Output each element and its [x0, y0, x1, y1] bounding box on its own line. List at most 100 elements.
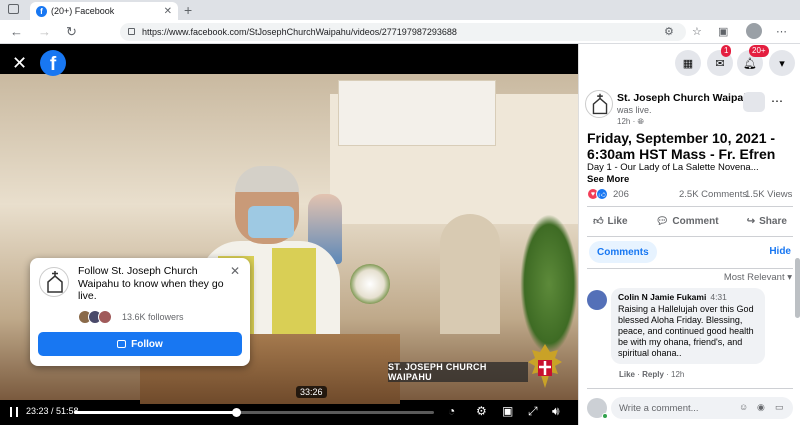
followers-count: 13.6K followers: [122, 312, 184, 322]
comments-count[interactable]: 2.5K Comments: [679, 189, 747, 200]
globe-icon: 🌐︎: [637, 117, 644, 126]
forward-icon[interactable]: →: [38, 24, 51, 39]
volume-icon[interactable]: 🔊︎: [552, 405, 560, 417]
new-tab-button[interactable]: +: [184, 2, 192, 18]
divider: [587, 388, 793, 389]
browser-tab-strip: f (20+) Facebook ✕ +: [0, 0, 800, 20]
comment-text: Raising a Hallelujah over this God bless…: [618, 304, 754, 358]
comment-sort-dropdown[interactable]: Most Relevant ▾: [724, 272, 792, 283]
comment-time: 12h: [671, 370, 685, 379]
share-label: Share: [759, 215, 787, 227]
flowers: [350, 264, 390, 304]
plant: [520, 214, 578, 354]
hair: [235, 166, 299, 192]
follow-icon: [117, 340, 127, 348]
emoji-icon[interactable]: ☺: [739, 402, 748, 412]
facebook-logo-icon[interactable]: f: [40, 50, 66, 76]
camera-icon[interactable]: ◉: [757, 402, 765, 413]
timestamp-text: 12h ·: [617, 117, 638, 126]
post-sidebar: ▦ ✉ 1 🔔︎ 20+ ▾ St. Joseph Church Waipahu…: [578, 44, 800, 425]
site-info-icon[interactable]: ⚙: [664, 25, 674, 38]
seek-bar[interactable]: [74, 408, 434, 417]
like-label: Like: [607, 216, 628, 227]
address-bar-row: ← → ↻ https://www.facebook.com/StJosephC…: [0, 20, 800, 44]
pause-icon[interactable]: [10, 407, 18, 417]
tab-close-icon[interactable]: ✕: [164, 6, 172, 17]
lower-third-caption: ST. JOSEPH CHURCH WAIPAHU: [388, 362, 528, 382]
post-body: Day 1 - Our Lady of La Salette Novena...: [587, 162, 759, 173]
views-count: 1.5K Views: [745, 189, 793, 200]
write-comment-input[interactable]: Write a comment...: [611, 397, 793, 419]
comment-like-link[interactable]: Like: [619, 370, 635, 379]
gif-icon[interactable]: ▭: [775, 402, 784, 413]
comment-author[interactable]: Colin N Jamie Fukami: [618, 292, 706, 302]
share-icon: ↪: [746, 215, 756, 227]
comment-author-line: Colin N Jamie Fukami 4:31: [618, 292, 758, 302]
page-avatar: [39, 267, 69, 297]
browser-tab[interactable]: f (20+) Facebook ✕: [30, 2, 178, 20]
comment-label: Comment: [672, 215, 719, 227]
back-icon[interactable]: ←: [10, 24, 23, 39]
reaction-count: 206: [613, 188, 629, 200]
facebook-top-nav: ▦ ✉ 1 🔔︎ 20+ ▾: [579, 44, 800, 84]
comments-tabs: Comments Hide: [579, 241, 800, 265]
window-menu-icon[interactable]: [8, 4, 19, 14]
facebook-favicon-icon: f: [36, 5, 47, 17]
divider: [587, 206, 793, 207]
diocese-crest-icon: [528, 344, 562, 388]
share-button[interactable]: ↪ Share: [747, 216, 787, 227]
comment-bubble: Colin N Jamie Fukami 4:31 Raising a Halle…: [611, 288, 765, 364]
profile-avatar[interactable]: [746, 23, 762, 39]
save-post-button[interactable]: [743, 92, 765, 112]
hide-comments-link[interactable]: Hide: [769, 246, 791, 257]
tab-title: (20+) Facebook: [51, 6, 115, 16]
collections-icon[interactable]: ▣: [718, 25, 728, 38]
scrollbar[interactable]: [795, 258, 800, 318]
commenter-avatar[interactable]: [587, 290, 607, 310]
page-name-link[interactable]: St. Joseph Church Waipahu: [617, 92, 756, 104]
church-logo-icon: [47, 271, 63, 293]
divider: [587, 268, 793, 269]
close-video-icon[interactable]: ✕: [12, 54, 27, 72]
follow-prompt-text: Follow St. Joseph Church Waipahu to know…: [78, 265, 224, 302]
comment-composer: Write a comment... ☺ ◉ ▭: [579, 392, 800, 425]
favorite-star-icon[interactable]: ☆: [692, 25, 702, 38]
more-menu-icon[interactable]: ⋯: [776, 25, 787, 38]
pip-icon[interactable]: ▣: [502, 405, 513, 417]
tab-comments[interactable]: Comments: [589, 241, 657, 263]
menu-grid-icon[interactable]: ▦: [675, 50, 701, 76]
comment-reply-link[interactable]: Reply: [642, 370, 664, 379]
video-player[interactable]: ST. JOSEPH CHURCH WAIPAHU ✕ f Follow St.…: [0, 44, 578, 425]
time-display: 23:23 / 51:58: [26, 406, 79, 416]
video-controls: 23:23 / 51:58 ◔ ⚙ ▣ ⤢ 🔊︎: [0, 400, 578, 425]
follow-button[interactable]: Follow: [38, 332, 242, 356]
projection-screen: [338, 80, 496, 146]
seek-progress: [74, 411, 236, 414]
see-more-link[interactable]: See More: [587, 174, 629, 185]
follower-avatars: [78, 310, 112, 324]
account-menu-icon[interactable]: ▾: [769, 50, 795, 76]
comment-icon: 💬︎: [655, 215, 669, 227]
church-logo-icon: [592, 93, 608, 115]
more-options-icon[interactable]: ⋯: [771, 94, 783, 108]
reload-icon[interactable]: ↻: [66, 24, 77, 40]
online-status-dot: [602, 413, 608, 419]
like-button[interactable]: 👍︎ Like: [593, 215, 627, 227]
post-title: Friday, September 10, 2021 - 6:30am HST …: [587, 130, 776, 162]
seek-hover-time: 33:26: [296, 386, 327, 398]
page-avatar[interactable]: [585, 90, 613, 118]
close-icon[interactable]: ✕: [230, 264, 240, 278]
captions-icon[interactable]: ◔: [448, 405, 455, 417]
archway: [440, 214, 500, 334]
url-field[interactable]: https://www.facebook.com/StJosephChurchW…: [120, 23, 686, 41]
seek-handle[interactable]: [232, 408, 241, 417]
settings-gear-icon[interactable]: ⚙: [476, 405, 487, 417]
comment-button[interactable]: 💬︎ Comment: [656, 216, 719, 227]
post-timestamp[interactable]: 12h · 🌐︎: [617, 117, 644, 127]
fullscreen-icon[interactable]: ⤢: [528, 405, 538, 417]
follow-button-label: Follow: [131, 338, 163, 350]
comment-timecode[interactable]: 4:31: [710, 292, 727, 302]
reactions-summary[interactable]: ♥ 👍︎ 206: [587, 188, 629, 200]
avatar: [98, 310, 112, 324]
face-mask: [248, 206, 294, 238]
